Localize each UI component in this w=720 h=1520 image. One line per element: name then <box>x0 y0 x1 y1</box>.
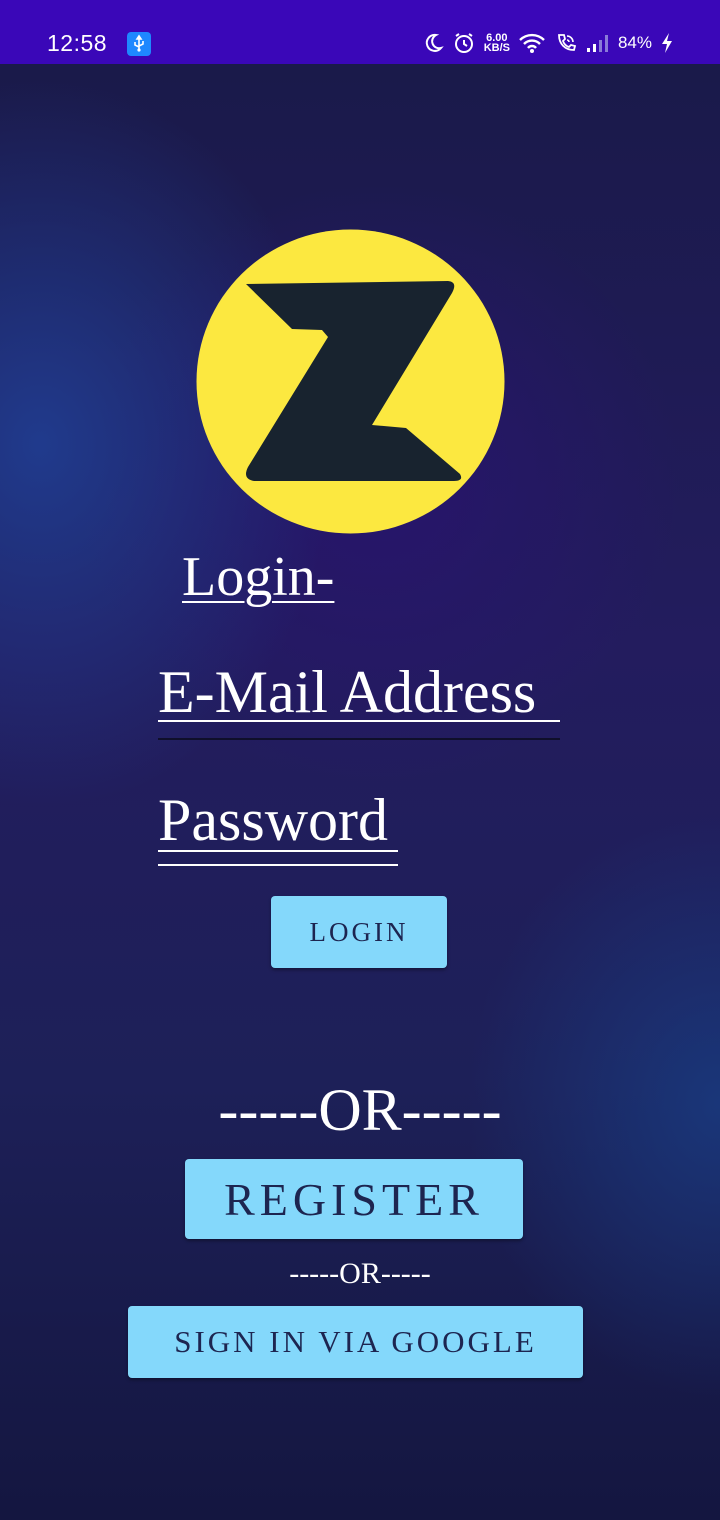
google-signin-button[interactable]: SIGN IN VIA GOOGLE <box>128 1306 583 1378</box>
or-separator: -----OR----- <box>218 1077 502 1143</box>
email-underline <box>158 720 560 722</box>
password-input-line <box>158 864 398 866</box>
battery-level: 84% <box>617 33 652 52</box>
password-field[interactable]: Password <box>158 786 398 866</box>
register-button[interactable]: REGISTER <box>185 1159 523 1239</box>
charging-icon <box>660 32 674 54</box>
email-input-line <box>158 738 560 740</box>
wifi-call-icon <box>554 31 578 55</box>
usb-debug-icon <box>127 32 151 56</box>
email-placeholder: E-Mail Address <box>158 659 537 725</box>
password-placeholder: Password <box>158 787 389 853</box>
net-speed: 6.00 KB/S <box>483 33 510 54</box>
status-time: 12:58 <box>47 30 108 56</box>
do-not-disturb-icon <box>422 32 444 54</box>
login-button[interactable]: LOGIN <box>271 896 447 968</box>
email-field[interactable]: E-Mail Address <box>158 658 560 740</box>
login-heading: Login- <box>182 546 335 608</box>
alarm-icon <box>452 31 476 55</box>
or-separator-small: -----OR----- <box>289 1257 431 1290</box>
status-bar: 12:58 6.00 KB/S 84% <box>0 0 720 64</box>
signal-icon <box>586 32 610 54</box>
password-underline <box>158 850 398 852</box>
app-logo <box>196 229 505 534</box>
net-speed-unit: KB/S <box>483 42 510 54</box>
wifi-icon <box>518 32 546 54</box>
